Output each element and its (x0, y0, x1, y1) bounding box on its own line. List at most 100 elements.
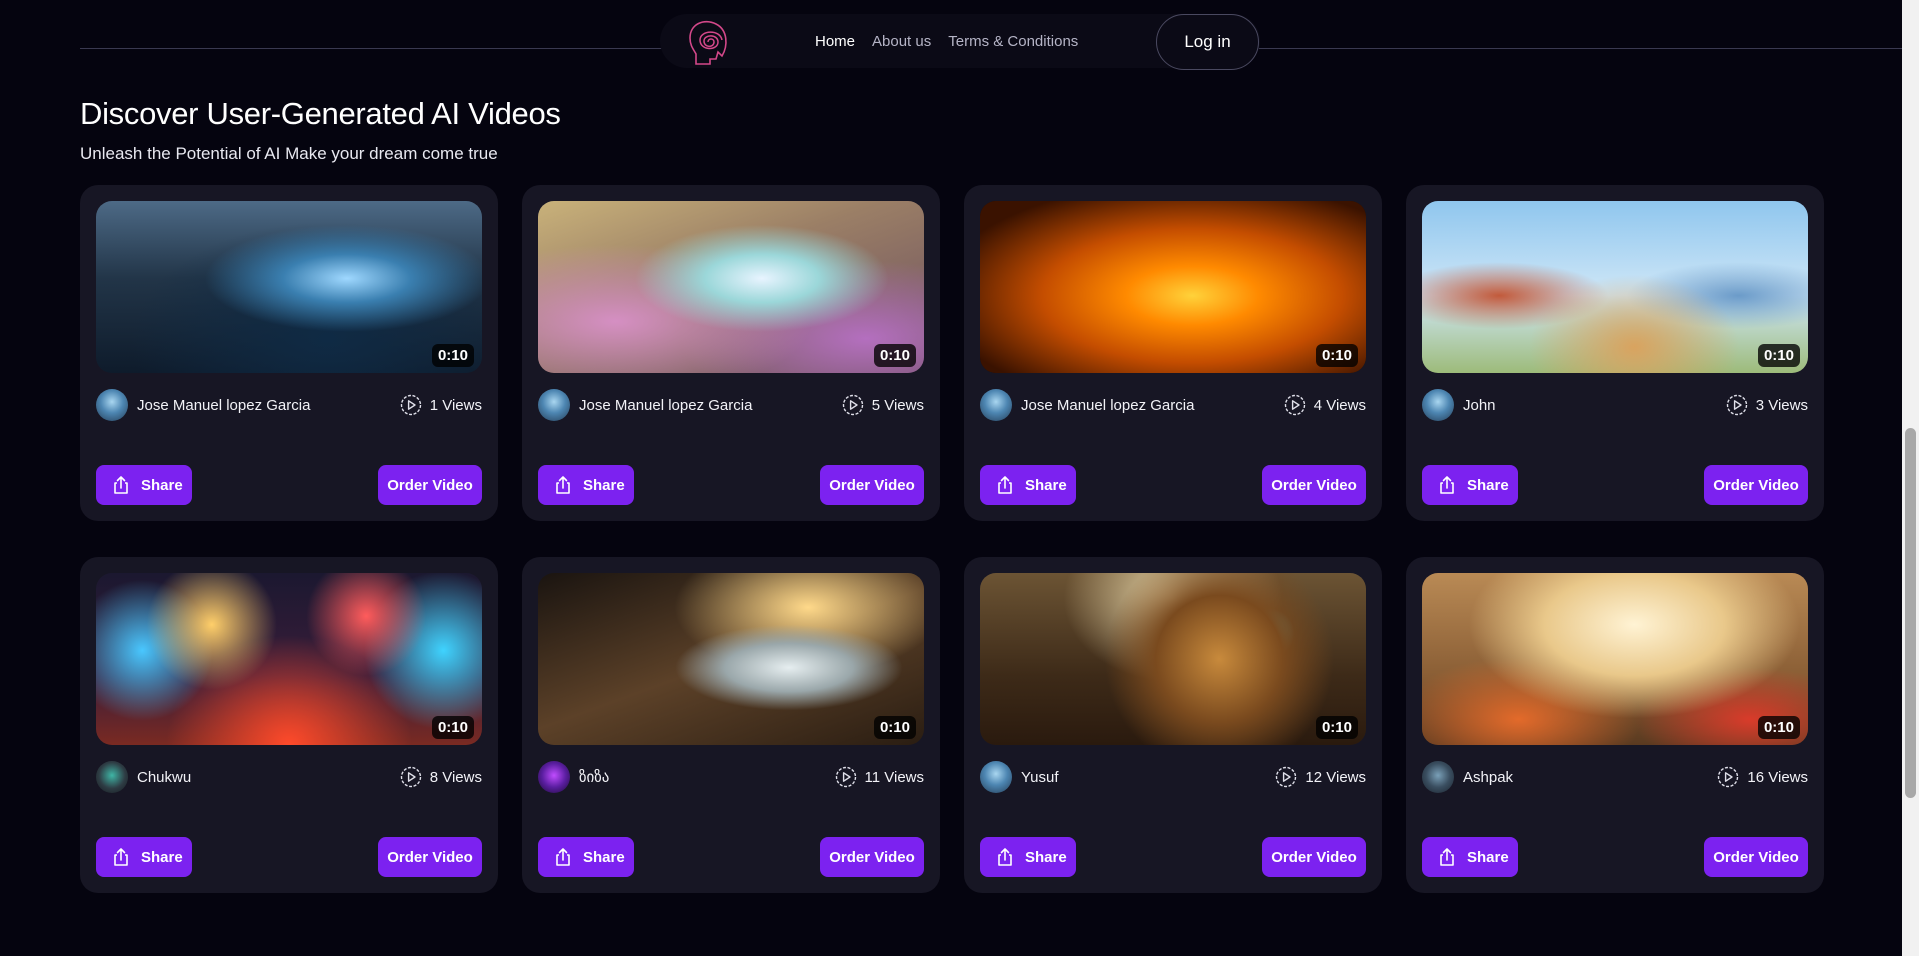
video-thumbnail[interactable]: 0:10 (96, 573, 482, 745)
kids-dog-thumbnail-image (1422, 201, 1808, 373)
view-count: 1 Views (400, 394, 482, 416)
order-video-button[interactable]: Order Video (820, 837, 924, 877)
scrollbar-thumb[interactable] (1905, 428, 1916, 798)
share-label: Share (1467, 476, 1509, 494)
view-count: 4 Views (1284, 394, 1366, 416)
view-count-text: 11 Views (864, 768, 924, 786)
video-thumbnail[interactable]: 0:10 (96, 201, 482, 373)
order-video-button[interactable]: Order Video (1262, 837, 1366, 877)
order-video-button[interactable]: Order Video (1704, 837, 1808, 877)
video-thumbnail[interactable]: 0:10 (980, 573, 1366, 745)
video-meta: Yusuf 12 Views (980, 761, 1366, 793)
video-thumbnail[interactable]: 0:10 (1422, 201, 1808, 373)
video-duration: 0:10 (1757, 716, 1800, 739)
order-video-button[interactable]: Order Video (378, 837, 482, 877)
share-label: Share (583, 476, 625, 494)
share-button[interactable]: Share (980, 837, 1076, 877)
play-circle-icon (842, 394, 863, 416)
view-count: 11 Views (835, 766, 924, 788)
view-count: 5 Views (842, 394, 924, 416)
view-count: 16 Views (1717, 766, 1808, 788)
share-button[interactable]: Share (538, 465, 634, 505)
alien-avatar (1422, 389, 1454, 421)
share-button[interactable]: Share (1422, 465, 1518, 505)
order-video-button[interactable]: Order Video (1704, 465, 1808, 505)
share-label: Share (583, 848, 625, 866)
water-glass-thumbnail-image (538, 573, 924, 745)
steampunk-machine-thumbnail-image (980, 573, 1366, 745)
video-duration: 0:10 (431, 716, 474, 739)
page-title: Discover User-Generated AI Videos (80, 96, 561, 131)
video-meta: Chukwu 8 Views (96, 761, 482, 793)
view-count: 8 Views (400, 766, 482, 788)
view-count-text: 4 Views (1313, 396, 1366, 414)
nav-link-home[interactable]: Home (815, 33, 855, 50)
share-icon (556, 848, 570, 866)
order-video-button[interactable]: Order Video (378, 465, 482, 505)
author-name: Yusuf (1021, 768, 1059, 786)
order-video-button[interactable]: Order Video (1262, 465, 1366, 505)
video-meta: ზიზა 11 Views (538, 761, 924, 793)
card-actions: Share Order Video (980, 465, 1366, 505)
video-card: 0:10 Jose Manuel lopez Garcia 1 Views Sh… (80, 185, 498, 521)
view-count-text: 12 Views (1305, 768, 1366, 786)
play-circle-icon (835, 766, 856, 788)
video-duration: 0:10 (1315, 344, 1358, 367)
share-button[interactable]: Share (538, 837, 634, 877)
play-circle-icon (400, 394, 421, 416)
share-button[interactable]: Share (96, 837, 192, 877)
play-circle-icon (1718, 766, 1739, 788)
baby-kitchen-thumbnail-image (1422, 573, 1808, 745)
author-name: Jose Manuel lopez Garcia (579, 396, 753, 414)
video-card: 0:10 Yusuf 12 Views Share Order Video (964, 557, 1382, 893)
share-button[interactable]: Share (980, 465, 1076, 505)
login-button[interactable]: Log in (1156, 14, 1259, 70)
page-subtitle: Unleash the Potential of AI Make your dr… (80, 144, 498, 163)
author-name: John (1463, 396, 1496, 414)
neon-avatar (538, 761, 570, 793)
order-video-button[interactable]: Order Video (820, 465, 924, 505)
video-meta: Jose Manuel lopez Garcia 4 Views (980, 389, 1366, 421)
video-meta: Jose Manuel lopez Garcia 1 Views (96, 389, 482, 421)
author-name: Jose Manuel lopez Garcia (1021, 396, 1195, 414)
share-icon (114, 848, 128, 866)
video-thumbnail[interactable]: 0:10 (980, 201, 1366, 373)
author-name: ზიზა (579, 769, 610, 786)
card-actions: Share Order Video (96, 465, 482, 505)
share-label: Share (1467, 848, 1509, 866)
robot-avatar (96, 761, 128, 793)
video-thumbnail[interactable]: 0:10 (538, 573, 924, 745)
scrollbar[interactable] (1902, 0, 1919, 956)
view-count: 3 Views (1726, 394, 1808, 416)
share-icon (114, 476, 128, 494)
view-count-text: 8 Views (429, 768, 482, 786)
nav-link-about-us[interactable]: About us (872, 33, 931, 50)
share-icon (998, 848, 1012, 866)
video-thumbnail[interactable]: 0:10 (1422, 573, 1808, 745)
video-meta: Ashpak 16 Views (1422, 761, 1808, 793)
card-actions: Share Order Video (1422, 465, 1808, 505)
video-grid: 0:10 Jose Manuel lopez Garcia 1 Views Sh… (80, 185, 1824, 893)
brain-spiral-logo-icon[interactable] (684, 16, 732, 68)
share-label: Share (1025, 848, 1067, 866)
video-card: 0:10 John 3 Views Share Order Video (1406, 185, 1824, 521)
share-label: Share (141, 476, 183, 494)
share-button[interactable]: Share (1422, 837, 1518, 877)
card-actions: Share Order Video (980, 837, 1366, 877)
alien-avatar (96, 389, 128, 421)
fairy-flowers-thumbnail-image (538, 201, 924, 373)
share-button[interactable]: Share (96, 465, 192, 505)
nav-link-terms[interactable]: Terms & Conditions (948, 33, 1078, 50)
video-card: 0:10 Chukwu 8 Views Share Order Video (80, 557, 498, 893)
video-thumbnail[interactable]: 0:10 (538, 201, 924, 373)
video-duration: 0:10 (1315, 716, 1358, 739)
card-actions: Share Order Video (538, 837, 924, 877)
view-count-text: 3 Views (1755, 396, 1808, 414)
card-actions: Share Order Video (1422, 837, 1808, 877)
video-card: 0:10 ზიზა 11 Views Share Order Video (522, 557, 940, 893)
hero-avatar (1422, 761, 1454, 793)
video-duration: 0:10 (1757, 344, 1800, 367)
video-card: 0:10 Ashpak 16 Views Share Order Video (1406, 557, 1824, 893)
author-name: Chukwu (137, 768, 192, 786)
share-label: Share (1025, 476, 1067, 494)
